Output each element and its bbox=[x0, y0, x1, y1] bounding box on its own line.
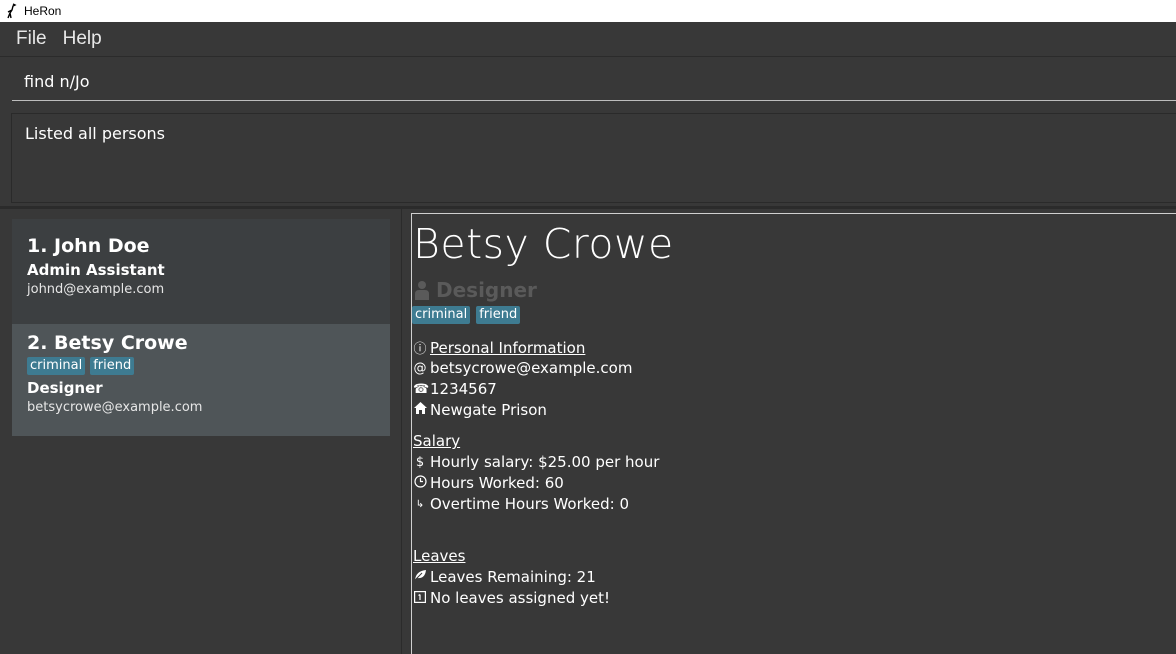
person-card-selected[interactable]: 2. Betsy Crowe criminal friend Designer … bbox=[12, 324, 390, 436]
person-role: Admin Assistant bbox=[27, 261, 165, 279]
window-titlebar: HeRon bbox=[0, 0, 1176, 22]
menu-help[interactable]: Help bbox=[55, 28, 110, 50]
leaf-icon bbox=[413, 569, 427, 585]
detail-hours-worked: Hours Worked: 60 bbox=[413, 474, 564, 492]
command-input[interactable] bbox=[24, 71, 1164, 91]
phone-icon: ☎ bbox=[413, 381, 430, 397]
window-title: HeRon bbox=[24, 4, 62, 18]
leaves-heading: Leaves bbox=[413, 547, 466, 565]
salary-heading: Salary bbox=[413, 432, 461, 450]
detail-leaves-assigned: No leaves assigned yet! bbox=[413, 589, 610, 607]
detail-tags: criminal friend bbox=[412, 306, 521, 324]
detail-overtime: ↳ Overtime Hours Worked: 0 bbox=[413, 495, 629, 513]
arrow-turn-icon: ↳ bbox=[415, 498, 425, 510]
person-name: 2. Betsy Crowe bbox=[27, 332, 188, 354]
person-detail-panel: Betsy Crowe Designer criminal friend ⓘ P… bbox=[411, 213, 1176, 654]
detail-hourly-salary: $ Hourly salary: $25.00 per hour bbox=[413, 453, 660, 471]
calendar-icon bbox=[413, 590, 427, 607]
person-card[interactable]: 1. John Doe Admin Assistant johnd@exampl… bbox=[12, 219, 390, 324]
person-tags: criminal friend bbox=[27, 357, 390, 375]
personal-info-heading: ⓘ Personal Information bbox=[413, 338, 586, 358]
command-box bbox=[12, 62, 1176, 101]
person-list[interactable]: 1. John Doe Admin Assistant johnd@exampl… bbox=[0, 209, 402, 654]
tag: criminal bbox=[27, 357, 86, 375]
person-role: Designer bbox=[27, 379, 103, 397]
result-text: Listed all persons bbox=[25, 124, 166, 143]
info-icon: ⓘ bbox=[413, 342, 427, 357]
detail-role: Designer bbox=[414, 278, 537, 302]
detail-role-label: Designer bbox=[436, 278, 537, 302]
heron-icon bbox=[7, 3, 17, 19]
menu-bar: File Help bbox=[0, 22, 1176, 57]
detail-address: Newgate Prison bbox=[413, 401, 547, 419]
person-name: 1. John Doe bbox=[27, 235, 150, 257]
person-email: betsycrowe@example.com bbox=[27, 400, 203, 415]
tag: friend bbox=[90, 357, 135, 375]
at-icon: @ bbox=[413, 360, 427, 376]
person-icon bbox=[415, 281, 429, 300]
tag: criminal bbox=[412, 306, 471, 324]
dollar-icon: $ bbox=[415, 454, 425, 470]
tag: friend bbox=[476, 306, 521, 324]
clock-icon bbox=[413, 474, 427, 492]
person-email: johnd@example.com bbox=[27, 282, 165, 297]
result-display[interactable]: Listed all persons bbox=[11, 113, 1176, 203]
detail-name: Betsy Crowe bbox=[413, 220, 674, 268]
detail-email: @ betsycrowe@example.com bbox=[413, 359, 633, 377]
menu-file[interactable]: File bbox=[8, 28, 55, 50]
detail-phone: ☎ 1234567 bbox=[413, 380, 497, 398]
detail-leaves-remaining: Leaves Remaining: 21 bbox=[413, 568, 596, 586]
home-icon bbox=[413, 402, 427, 418]
